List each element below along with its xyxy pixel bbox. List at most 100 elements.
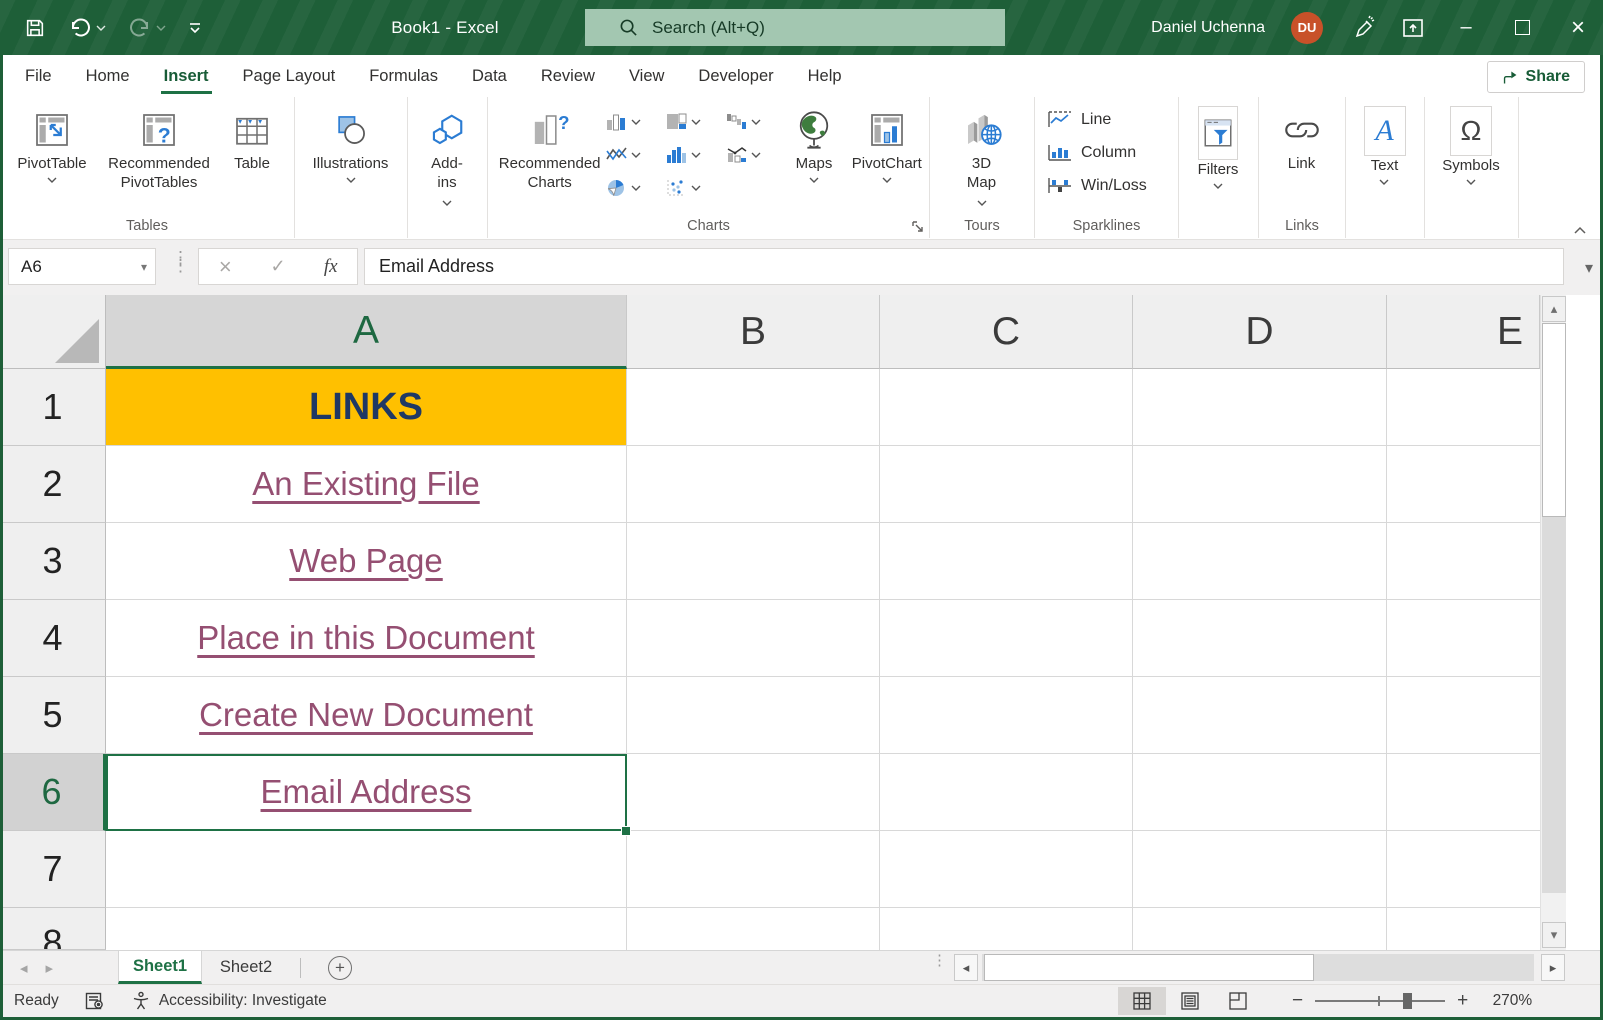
save-button[interactable] [24, 17, 46, 39]
cell-d7[interactable] [1133, 831, 1387, 908]
recommended-charts-button[interactable]: ? Recommended Charts [496, 97, 603, 209]
accessibility-status-button[interactable]: Accessibility: Investigate [131, 991, 327, 1011]
cell-a8[interactable] [106, 908, 627, 950]
cell-b3[interactable] [627, 523, 880, 600]
cell-c4[interactable] [880, 600, 1133, 677]
zoom-in-button[interactable]: + [1457, 990, 1468, 1012]
cell-e4[interactable] [1387, 600, 1540, 677]
sparkline-column-button[interactable]: Column [1047, 136, 1178, 169]
row-header-6[interactable]: 6 [0, 754, 106, 831]
page-break-preview-button[interactable] [1214, 987, 1262, 1015]
cell-c8[interactable] [880, 908, 1133, 950]
cell-a7[interactable] [106, 831, 627, 908]
insert-hierarchy-chart-button[interactable] [663, 105, 723, 138]
cell-b5[interactable] [627, 677, 880, 754]
illustrations-button[interactable]: Illustrations [295, 97, 406, 209]
enter-button[interactable]: ✓ [252, 256, 305, 277]
avatar[interactable]: DU [1291, 12, 1323, 44]
cell-e8[interactable] [1387, 908, 1540, 950]
zoom-slider-handle[interactable] [1403, 993, 1412, 1009]
zoom-slider[interactable] [1315, 1000, 1445, 1002]
insert-statistic-chart-button[interactable] [663, 138, 723, 171]
row-header-7[interactable]: 7 [0, 831, 106, 908]
cell-c1[interactable] [880, 369, 1133, 446]
cell-e2[interactable] [1387, 446, 1540, 523]
pivottable-button[interactable]: PivotTable [6, 97, 98, 209]
scroll-down-button[interactable]: ▾ [1542, 922, 1566, 948]
redo-button[interactable] [128, 16, 166, 40]
cell-e5[interactable] [1387, 677, 1540, 754]
customize-quick-access-button[interactable] [188, 22, 202, 34]
cell-d4[interactable] [1133, 600, 1387, 677]
row-header-2[interactable]: 2 [0, 446, 106, 523]
cell-c7[interactable] [880, 831, 1133, 908]
cell-d8[interactable] [1133, 908, 1387, 950]
insert-column-chart-button[interactable] [603, 105, 663, 138]
undo-button[interactable] [68, 16, 106, 40]
whats-new-pen-icon[interactable] [1349, 15, 1375, 41]
tab-file[interactable]: File [8, 55, 69, 97]
search-input[interactable]: Search (Alt+Q) [585, 9, 1005, 46]
page-layout-view-button[interactable] [1166, 987, 1214, 1015]
insert-scatter-chart-button[interactable] [663, 171, 723, 204]
cell-d2[interactable] [1133, 446, 1387, 523]
ribbon-display-options-icon[interactable] [1401, 16, 1425, 40]
maps-button[interactable]: Maps [783, 97, 844, 209]
cell-e7[interactable] [1387, 831, 1540, 908]
cell-a1[interactable]: LINKS [106, 369, 627, 446]
name-box[interactable]: A6 ▾ [8, 248, 156, 285]
formula-bar-splitter[interactable]: ⋮⋮ [172, 254, 189, 270]
cell-a6-selected[interactable]: Email Address [106, 754, 627, 831]
fill-handle[interactable] [621, 826, 631, 836]
insert-waterfall-chart-button[interactable] [723, 105, 783, 138]
new-sheet-button[interactable]: + [328, 956, 352, 980]
add-ins-button[interactable]: Add-ins [408, 97, 486, 209]
zoom-level[interactable]: 270% [1480, 992, 1532, 1010]
cell-e1[interactable] [1387, 369, 1540, 446]
tab-review[interactable]: Review [524, 55, 612, 97]
row-header-5[interactable]: 5 [0, 677, 106, 754]
filters-button[interactable]: Filters [1179, 97, 1257, 209]
minimize-button[interactable]: – [1451, 0, 1481, 55]
cell-a4[interactable]: Place in this Document [106, 600, 627, 677]
insert-function-button[interactable]: fx [304, 256, 357, 278]
user-name[interactable]: Daniel Uchenna [1151, 19, 1265, 37]
row-header-4[interactable]: 4 [0, 600, 106, 677]
sheet-nav-left-icon[interactable]: ◂ [20, 959, 28, 977]
collapse-ribbon-button[interactable] [1573, 226, 1587, 235]
cell-d5[interactable] [1133, 677, 1387, 754]
cell-d6[interactable] [1133, 754, 1387, 831]
close-button[interactable]: × [1563, 0, 1593, 55]
insert-line-chart-button[interactable] [603, 138, 663, 171]
sheet-tab-sheet1[interactable]: Sheet1 [118, 951, 202, 984]
insert-combo-chart-button[interactable] [723, 138, 783, 171]
macro-record-button[interactable] [85, 992, 105, 1010]
charts-dialog-launcher-icon[interactable] [910, 219, 925, 234]
select-all-button[interactable] [0, 295, 106, 369]
table-button[interactable]: Table [220, 97, 284, 209]
scroll-up-button[interactable]: ▴ [1542, 296, 1566, 322]
cell-b6[interactable] [627, 754, 880, 831]
cell-b1[interactable] [627, 369, 880, 446]
column-header-d[interactable]: D [1133, 295, 1387, 369]
tab-view[interactable]: View [612, 55, 681, 97]
tab-formulas[interactable]: Formulas [352, 55, 455, 97]
zoom-out-button[interactable]: − [1292, 990, 1303, 1012]
cell-b7[interactable] [627, 831, 880, 908]
cell-e3[interactable] [1387, 523, 1540, 600]
vertical-scrollbar[interactable]: ▴ ▾ [1540, 295, 1566, 950]
expand-formula-bar-icon[interactable]: ▾ [1585, 258, 1593, 278]
cell-b2[interactable] [627, 446, 880, 523]
tab-data[interactable]: Data [455, 55, 524, 97]
formula-input[interactable]: Email Address [364, 248, 1564, 285]
sparkline-winloss-button[interactable]: Win/Loss [1047, 169, 1178, 202]
column-header-b[interactable]: B [627, 295, 880, 369]
vertical-scroll-track[interactable] [1542, 517, 1566, 893]
row-header-1[interactable]: 1 [0, 369, 106, 446]
column-header-c[interactable]: C [880, 295, 1133, 369]
cell-c5[interactable] [880, 677, 1133, 754]
insert-pie-chart-button[interactable] [603, 171, 663, 204]
normal-view-button[interactable] [1118, 987, 1166, 1015]
cell-a5[interactable]: Create New Document [106, 677, 627, 754]
horizontal-scroll-thumb[interactable] [984, 954, 1314, 981]
